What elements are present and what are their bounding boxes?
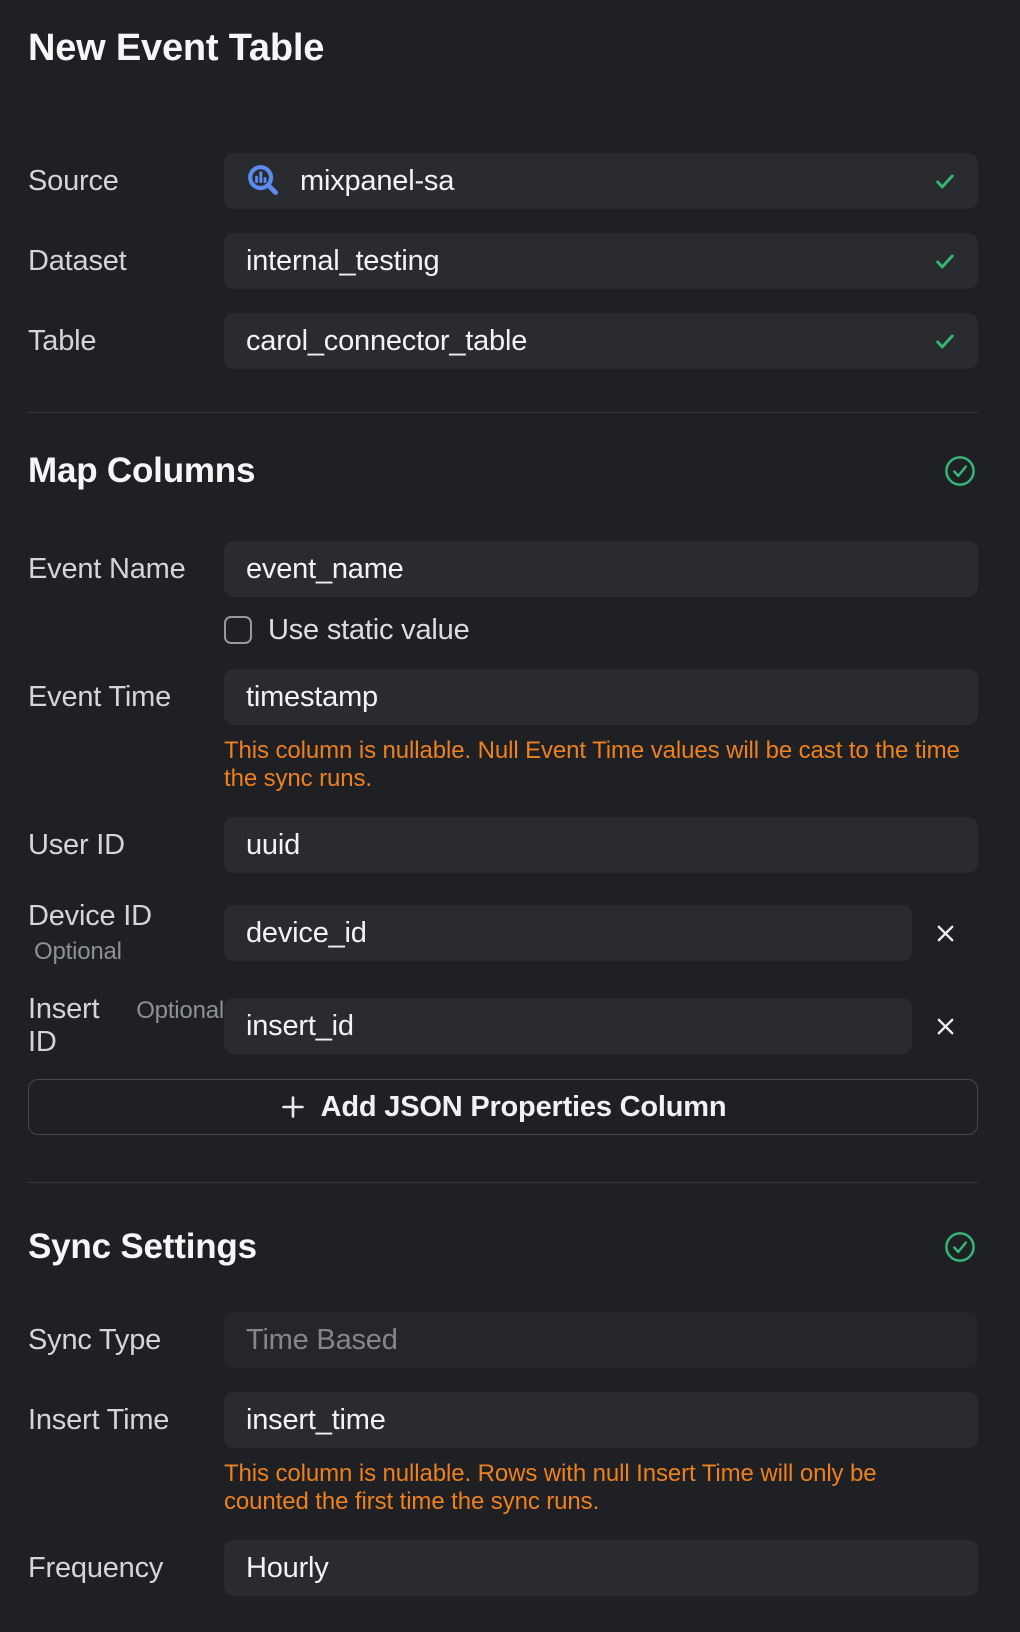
- device-id-optional-tag: Optional: [28, 938, 224, 966]
- green-check-icon: [934, 251, 956, 271]
- frequency-label: Frequency: [28, 1552, 224, 1585]
- new-event-table-panel: New Event Table Source mixpanel-sa: [28, 0, 978, 1596]
- sync-type-row: Sync Type Time Based: [28, 1312, 978, 1368]
- frequency-value: Hourly: [246, 1552, 956, 1585]
- green-check-icon: [934, 331, 956, 351]
- frequency-row: Frequency Hourly: [28, 1540, 978, 1596]
- use-static-value-label: Use static value: [268, 614, 470, 647]
- user-id-row: User ID uuid: [28, 817, 978, 873]
- device-id-remove-zone: [912, 916, 978, 951]
- table-value: carol_connector_table: [246, 325, 918, 358]
- section-divider: [28, 1182, 978, 1183]
- source-row: Source mixpanel-sa: [28, 153, 978, 209]
- use-static-value-row: Use static value: [224, 614, 978, 646]
- event-time-nullable-warning: This column is nullable. Null Event Time…: [224, 737, 966, 793]
- event-time-field[interactable]: timestamp: [224, 669, 978, 725]
- event-time-value: timestamp: [246, 681, 956, 714]
- insert-id-label-text: Insert ID: [28, 993, 126, 1059]
- frequency-field[interactable]: Hourly: [224, 1540, 978, 1596]
- dataset-row: Dataset internal_testing: [28, 233, 978, 289]
- insert-time-label: Insert Time: [28, 1404, 224, 1437]
- insert-id-field[interactable]: insert_id: [224, 998, 912, 1054]
- table-field[interactable]: carol_connector_table: [224, 313, 978, 369]
- insert-id-row: Insert ID Optional insert_id: [28, 993, 978, 1059]
- source-label: Source: [28, 165, 224, 198]
- dataset-field[interactable]: internal_testing: [224, 233, 978, 289]
- device-id-x-icon[interactable]: [928, 916, 963, 951]
- map-columns-header: Map Columns: [28, 449, 978, 493]
- insert-time-row: Insert Time insert_time: [28, 1392, 978, 1448]
- map-columns-heading: Map Columns: [28, 451, 255, 491]
- user-id-label: User ID: [28, 829, 224, 862]
- plus-icon: [280, 1094, 306, 1120]
- event-name-value: event_name: [246, 553, 956, 586]
- sync-settings-header: Sync Settings: [28, 1225, 978, 1269]
- sync-type-field: Time Based: [224, 1312, 978, 1368]
- device-id-value: device_id: [246, 917, 890, 950]
- device-id-label-text: Device ID: [28, 900, 224, 933]
- add-json-properties-column-label: Add JSON Properties Column: [321, 1091, 727, 1124]
- insert-time-value: insert_time: [246, 1404, 956, 1437]
- insert-id-remove-zone: [912, 1009, 978, 1044]
- sync-type-value: Time Based: [246, 1324, 956, 1357]
- green-circle-check-icon: [944, 455, 976, 487]
- add-json-properties-column-button[interactable]: Add JSON Properties Column: [28, 1079, 978, 1135]
- source-value: mixpanel-sa: [300, 165, 918, 198]
- user-id-value: uuid: [246, 829, 956, 862]
- device-id-field[interactable]: device_id: [224, 905, 912, 961]
- use-static-value-checkbox[interactable]: [224, 616, 252, 644]
- insert-id-label: Insert ID Optional: [28, 993, 224, 1059]
- dataset-value: internal_testing: [246, 245, 918, 278]
- sync-type-label: Sync Type: [28, 1324, 224, 1357]
- insert-time-field[interactable]: insert_time: [224, 1392, 978, 1448]
- section-divider: [28, 412, 978, 413]
- table-label: Table: [28, 325, 224, 358]
- insert-id-value: insert_id: [246, 1010, 890, 1043]
- insert-id-optional-tag: Optional: [136, 997, 224, 1025]
- event-name-label: Event Name: [28, 553, 224, 586]
- user-id-field[interactable]: uuid: [224, 817, 978, 873]
- table-row: Table carol_connector_table: [28, 313, 978, 369]
- sync-settings-heading: Sync Settings: [28, 1227, 257, 1267]
- insert-time-nullable-warning: This column is nullable. Rows with null …: [224, 1460, 966, 1516]
- magnifier-bar-chart-icon: [246, 163, 282, 199]
- device-id-row: Device ID Optional device_id: [28, 900, 978, 966]
- event-name-row: Event Name event_name: [28, 541, 978, 597]
- event-time-label: Event Time: [28, 681, 224, 714]
- device-id-label: Device ID Optional: [28, 900, 224, 966]
- insert-id-x-icon[interactable]: [928, 1009, 963, 1044]
- green-check-icon: [934, 171, 956, 191]
- dataset-label: Dataset: [28, 245, 224, 278]
- page-title: New Event Table: [28, 26, 978, 70]
- source-field[interactable]: mixpanel-sa: [224, 153, 978, 209]
- event-time-row: Event Time timestamp: [28, 669, 978, 725]
- event-name-field[interactable]: event_name: [224, 541, 978, 597]
- green-circle-check-icon: [944, 1231, 976, 1263]
